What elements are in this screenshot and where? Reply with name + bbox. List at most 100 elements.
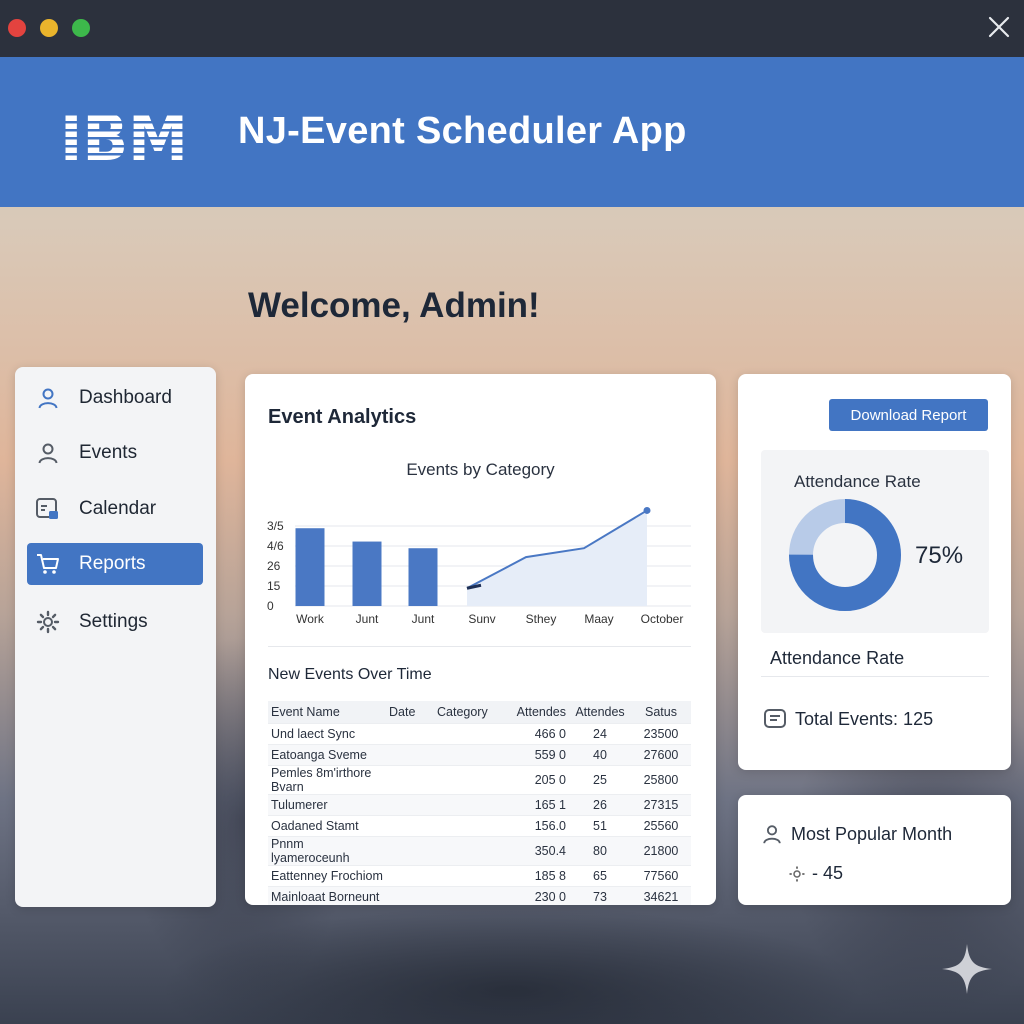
- table-cell: Mainloaat Borneunt: [268, 885, 386, 905]
- table-row[interactable]: Pemles 8m'irthore Bvarn 205 0 25 25800: [268, 764, 691, 794]
- events-table: Event Name Date Category Attendes Attend…: [268, 701, 691, 905]
- welcome-heading: Welcome, Admin!: [248, 286, 540, 325]
- column-header[interactable]: Event Name: [268, 701, 386, 723]
- table-row[interactable]: Und laect Sync 466 0 24 23500: [268, 722, 691, 744]
- table-cell: 27600: [631, 743, 691, 765]
- line-area: [467, 510, 647, 606]
- bar: [352, 541, 382, 606]
- gear-icon: [35, 609, 61, 635]
- table-row[interactable]: Mainloaat Borneunt 230 0 73 34621: [268, 885, 691, 905]
- x-tick-label: Junt: [356, 612, 379, 626]
- table-cell: 73: [569, 885, 631, 905]
- sidebar: Dashboard Events Calendar Reports Settin…: [15, 367, 216, 907]
- divider: [761, 676, 989, 677]
- user-icon: [35, 440, 61, 466]
- table-row[interactable]: Oadaned Stamt 156.0 51 25560: [268, 814, 691, 836]
- column-header[interactable]: Date: [386, 701, 434, 723]
- window-titlebar: [0, 0, 1024, 57]
- y-tick-label: 3/5: [267, 519, 284, 533]
- table-cell: [386, 885, 434, 905]
- table-row[interactable]: Pnnm lyameroceunh 350.4 80 21800: [268, 835, 691, 865]
- app-title: NJ-Event Scheduler App: [238, 110, 687, 152]
- table-cell: 40: [569, 743, 631, 765]
- table-row[interactable]: Eatoanga Sveme 559 0 40 27600: [268, 743, 691, 765]
- table-cell: [386, 722, 434, 744]
- table-cell: [386, 864, 434, 886]
- bar: [408, 548, 438, 606]
- table-cell: 466 0: [504, 722, 569, 744]
- popular-month-title: Most Popular Month: [791, 823, 953, 844]
- table-cell: 25560: [631, 814, 691, 836]
- sidebar-item-settings[interactable]: Settings: [27, 601, 203, 643]
- table-cell: [386, 814, 434, 836]
- popular-month-card: Most Popular Month - 45: [738, 795, 1011, 905]
- table-cell: [386, 793, 434, 815]
- table-cell: 65: [569, 864, 631, 886]
- table-cell: 34621: [631, 885, 691, 905]
- table-cell: Pemles 8m'irthore Bvarn: [268, 764, 386, 794]
- sidebar-item-events[interactable]: Events: [27, 432, 203, 474]
- list-icon: [764, 709, 786, 728]
- table-cell: [386, 743, 434, 765]
- divider: [268, 646, 691, 647]
- x-tick-label: Sthey: [526, 612, 557, 626]
- table-cell: [434, 764, 504, 794]
- table-cell: 25: [569, 764, 631, 794]
- sidebar-item-label: Reports: [79, 553, 146, 574]
- table-cell: 51: [569, 814, 631, 836]
- table-cell: [434, 814, 504, 836]
- table-header-row: Event Name Date Category Attendes Attend…: [268, 701, 691, 723]
- table-cell: 26: [569, 793, 631, 815]
- table-cell: 25800: [631, 764, 691, 794]
- calendar-icon: [35, 496, 61, 522]
- line-point: [643, 506, 651, 514]
- attendance-panel-title: Attendance Rate: [794, 472, 921, 491]
- app-header: IBM NJ-Event Scheduler App: [0, 57, 1024, 207]
- cart-icon: [35, 551, 61, 577]
- column-header[interactable]: Attendes: [504, 701, 569, 723]
- column-header[interactable]: Satus: [631, 701, 691, 723]
- sidebar-item-label: Dashboard: [79, 387, 172, 408]
- table-cell: 27315: [631, 793, 691, 815]
- table-cell: [434, 835, 504, 865]
- sidebar-item-calendar[interactable]: Calendar: [27, 488, 203, 530]
- window-maximize-dot[interactable]: [72, 19, 90, 37]
- x-tick-label: Junt: [412, 612, 435, 626]
- column-header[interactable]: Category: [434, 701, 504, 723]
- table-cell: 165 1: [504, 793, 569, 815]
- close-icon[interactable]: [986, 14, 1012, 40]
- x-tick-label: Sunv: [468, 612, 495, 626]
- table-cell: [434, 743, 504, 765]
- table-row[interactable]: Tulumerer 165 1 26 27315: [268, 793, 691, 815]
- table-cell: 21800: [631, 835, 691, 865]
- attendance-panel: Attendance Rate 75%: [761, 450, 989, 633]
- table-cell: Und laect Sync: [268, 722, 386, 744]
- column-header[interactable]: Attendes: [569, 701, 631, 723]
- sidebar-item-label: Calendar: [79, 498, 157, 519]
- logo-text: IBM: [60, 107, 188, 163]
- user-icon: [35, 385, 61, 411]
- table-cell: 205 0: [504, 764, 569, 794]
- x-tick-label: Maay: [584, 612, 613, 626]
- window-minimize-dot[interactable]: [40, 19, 58, 37]
- sidebar-item-dashboard[interactable]: Dashboard: [27, 377, 203, 419]
- y-tick-label: 0: [267, 599, 274, 613]
- table-cell: Tulumerer: [268, 793, 386, 815]
- table-row[interactable]: Eattenney Frochiom 185 8 65 77560: [268, 864, 691, 886]
- gear-icon: [789, 866, 805, 881]
- window-close-dot[interactable]: [8, 19, 26, 37]
- table-cell: [434, 864, 504, 886]
- table-cell: 24: [569, 722, 631, 744]
- events-by-category-chart: 0 15 26 4/6 3/5 Work Junt Junt Sunv Sthey Maay Octo…: [267, 506, 691, 626]
- table-cell: 23500: [631, 722, 691, 744]
- total-events-text: Total Events: 125: [795, 708, 934, 729]
- download-report-button[interactable]: Download Report: [829, 399, 988, 431]
- x-tick-label: October: [641, 612, 684, 626]
- sidebar-item-reports[interactable]: Reports: [27, 543, 203, 585]
- total-events-row: Total Events: 125: [763, 707, 933, 731]
- x-tick-label: Work: [296, 612, 325, 626]
- table-cell: 185 8: [504, 864, 569, 886]
- event-analytics-card: Event Analytics Events by Category 0 15 26…: [245, 374, 716, 905]
- y-tick-label: 4/6: [267, 539, 284, 553]
- table-cell: [386, 835, 434, 865]
